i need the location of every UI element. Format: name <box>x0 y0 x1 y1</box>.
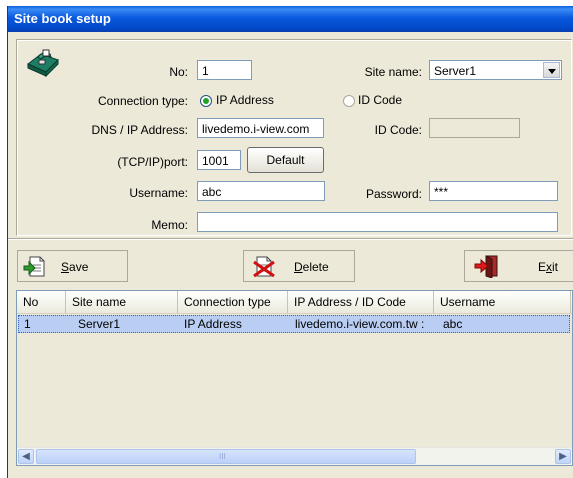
scroll-thumb[interactable]: III <box>36 449 416 464</box>
site-name-value: Server1 <box>434 64 477 78</box>
id-code-label: ID Code: <box>374 123 422 137</box>
save-button[interactable]: Save <box>17 250 128 282</box>
divider <box>8 238 573 240</box>
ip-address-radio[interactable] <box>200 95 212 107</box>
cell-connection-type: IP Address <box>184 317 242 331</box>
site-name-select[interactable]: Server1 <box>429 60 562 80</box>
scroll-grip: III <box>219 452 226 461</box>
cell-username: abc <box>443 317 463 331</box>
save-icon <box>23 256 45 277</box>
memo-label: Memo: <box>151 218 188 232</box>
username-field[interactable]: abc <box>197 181 325 201</box>
site-settings-panel: No: 1 Site name: Server1 Connection type… <box>16 39 572 236</box>
dns-ip-field[interactable]: livedemo.i-view.com <box>197 118 324 138</box>
site-list-table[interactable]: No Site name Connection type IP Address … <box>16 290 573 466</box>
phone-icon <box>27 49 59 78</box>
horizontal-scrollbar[interactable]: ◀ III ▶ <box>17 447 572 465</box>
chevron-down-icon[interactable] <box>543 62 560 78</box>
column-header-username[interactable]: Username <box>434 291 571 313</box>
id-code-radio-label[interactable]: ID Code <box>358 93 402 107</box>
column-header-site-name[interactable]: Site name <box>66 291 178 313</box>
ip-address-radio-label[interactable]: IP Address <box>216 93 274 107</box>
password-field[interactable]: *** <box>429 181 558 201</box>
cell-address: livedemo.i-view.com.tw : <box>295 317 425 331</box>
site-book-window: Site book setup No: 1 Site name: Server1… <box>7 6 573 478</box>
password-label: Password: <box>365 187 422 201</box>
title-bar[interactable]: Site book setup <box>8 6 573 32</box>
table-header: No Site name Connection type IP Address … <box>17 291 572 314</box>
column-header-no[interactable]: No <box>17 291 66 313</box>
no-field[interactable]: 1 <box>197 60 252 80</box>
id-code-radio[interactable] <box>343 95 355 107</box>
default-button[interactable]: Default <box>247 147 324 173</box>
port-label: (TCP/IP)port: <box>117 155 188 169</box>
no-label: No: <box>169 65 188 79</box>
delete-icon <box>253 256 275 278</box>
save-label: Save <box>61 260 89 274</box>
column-header-address[interactable]: IP Address / ID Code <box>288 291 434 313</box>
site-name-label: Site name: <box>364 65 422 79</box>
column-header-connection-type[interactable]: Connection type <box>178 291 288 313</box>
cell-no: 1 <box>24 317 31 331</box>
scroll-right-icon[interactable]: ▶ <box>555 449 571 464</box>
table-row[interactable]: 1 Server1 IP Address livedemo.i-view.com… <box>18 315 570 333</box>
scroll-left-icon[interactable]: ◀ <box>18 449 34 464</box>
port-field[interactable]: 1001 <box>197 150 241 170</box>
id-code-field[interactable] <box>429 118 520 138</box>
connection-type-label: Connection type: <box>97 94 188 108</box>
exit-label: Exit <box>538 260 559 274</box>
username-label: Username: <box>129 186 188 200</box>
exit-icon <box>474 255 498 278</box>
cell-site-name: Server1 <box>78 317 121 331</box>
window-title: Site book setup <box>14 11 111 26</box>
exit-button[interactable]: Exit <box>464 250 573 282</box>
delete-button[interactable]: Delete <box>243 250 355 282</box>
delete-label: Delete <box>294 260 329 274</box>
dns-ip-label: DNS / IP Address: <box>91 123 189 137</box>
memo-field[interactable] <box>197 212 558 232</box>
